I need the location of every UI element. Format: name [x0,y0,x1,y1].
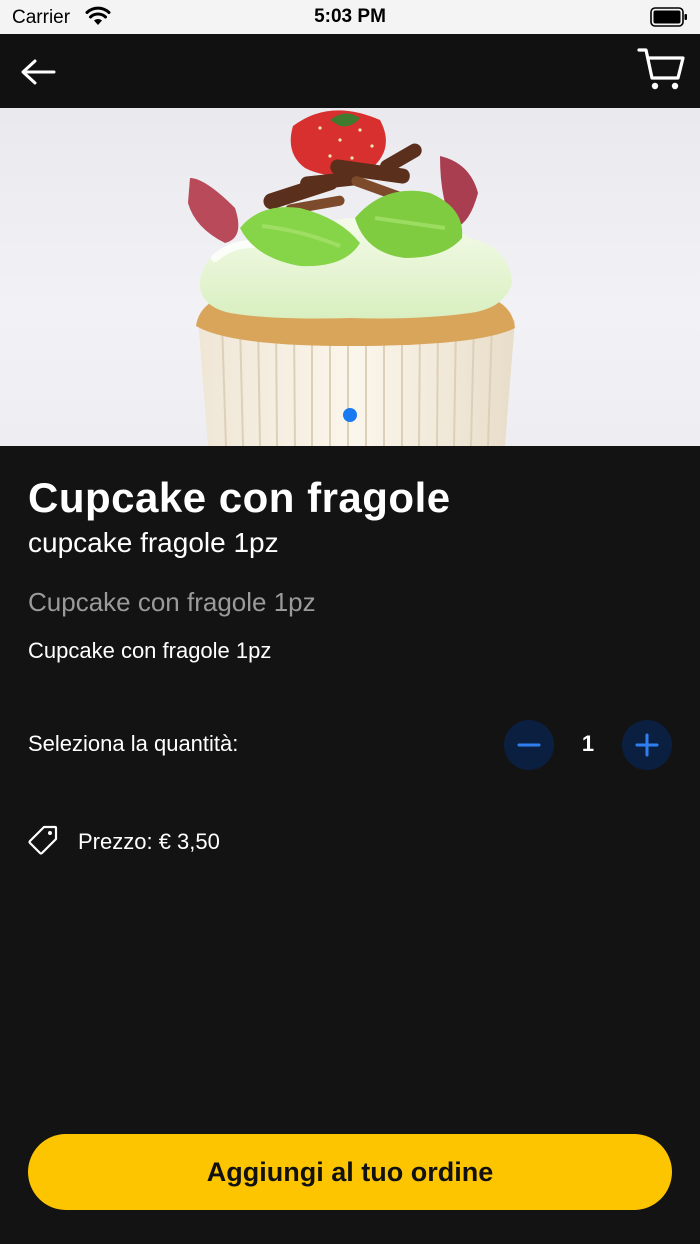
decrease-quantity-button[interactable] [504,720,554,770]
cart-icon[interactable] [636,44,686,94]
price-tag-icon [28,825,58,855]
status-time: 5:03 PM [314,6,386,27]
increase-quantity-button[interactable] [622,720,672,770]
plus-icon [635,733,659,757]
page-indicator-dot [343,408,357,422]
minus-icon [517,743,541,747]
price-text: Prezzo: € 3,50 [78,829,220,854]
quantity-label: Seleziona la quantità: [28,731,239,756]
product-subtitle: cupcake fragole 1pz [28,527,279,558]
add-to-order-button[interactable]: Aggiungi al tuo ordine [28,1134,672,1210]
product-description: Cupcake con fragole 1pz [28,638,272,663]
nav-bar [0,34,700,108]
quantity-value: 1 [581,731,595,756]
product-image[interactable] [0,108,700,446]
product-short-description: Cupcake con fragole 1pz [28,587,316,617]
battery-icon [650,7,687,27]
arrow-left-icon[interactable] [18,52,58,92]
product-title: Cupcake con fragole [28,474,451,521]
status-bar: Carrier 5:03 PM [0,0,700,34]
cupcake-illustration [188,110,515,446]
